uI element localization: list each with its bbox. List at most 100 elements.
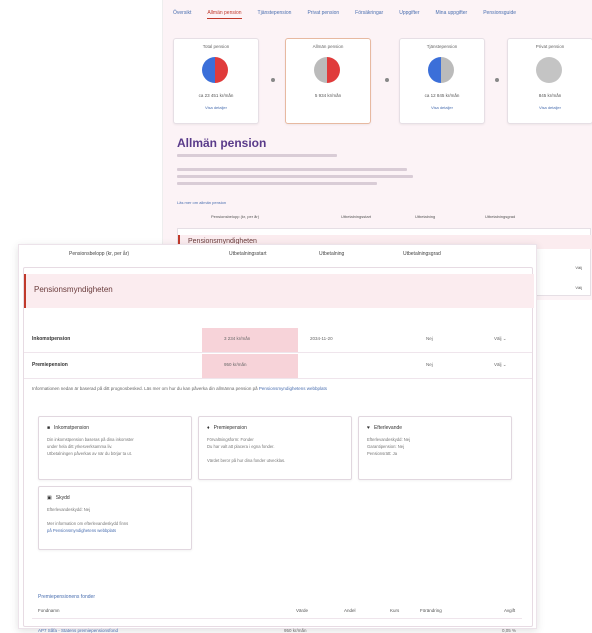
card-line: Garantipension: Nej: [367, 444, 405, 449]
read-more-link[interactable]: Läs mer om allmän pension: [177, 200, 226, 205]
col-header: Utbetalning: [319, 251, 345, 257]
tab-4[interactable]: Försäkringar: [355, 10, 383, 19]
table-row: Premiepension 950 kr/mån Nej Välj ⌄: [24, 354, 532, 379]
row-date: 2034-11-20: [310, 336, 333, 341]
row-name: Premiepension: [32, 362, 68, 368]
col-header: Kurs: [390, 608, 400, 613]
pie-icon: [314, 57, 340, 83]
select-dropdown[interactable]: Välj ⌄: [494, 336, 507, 342]
card-line: under hela ditt yrkesverksamma liv.: [47, 444, 113, 449]
card-privat[interactable]: Privat pension 845 kr/mån Visa detaljer: [507, 38, 592, 124]
card-line: Du har valt att placera i egna fonder.: [207, 444, 275, 449]
card-tjanste[interactable]: Tjänstepension ca 12 845 kr/mån Visa det…: [399, 38, 485, 124]
pie-icon: [428, 57, 454, 83]
heart-icon: ♥: [367, 425, 370, 431]
card-amount: ca 12 845 kr/mån: [424, 93, 460, 98]
foreground-window: Pensionsbelopp (kr, per år) Utbetalnings…: [18, 244, 537, 633]
card-amount: 5 934 kr/mån: [314, 93, 342, 98]
pension-cards: Total pension ca 23 451 kr/mån Visa deta…: [173, 38, 592, 124]
info-card-efterlevande: ♥ Efterlevande Efterlevandeskydd: Nej Gar…: [358, 416, 512, 480]
note-text: Informationen nedan är baserad på ditt p…: [32, 386, 258, 391]
row-paid: Nej: [426, 336, 433, 341]
col-header: Förändring: [420, 608, 442, 613]
info-card-inkomst: ■ Inkomstpension Din inkomstpension baser…: [38, 416, 192, 480]
page-title: Allmän pension: [177, 136, 267, 150]
box-icon: ▣: [47, 495, 52, 501]
card-link[interactable]: Visa detaljer: [400, 105, 484, 110]
col-header: Utbetalningsgrad: [403, 251, 441, 257]
row-value: 950 kr/mån: [224, 362, 247, 367]
card-title: Tjänstepension: [426, 44, 458, 49]
card-title: ▣ Skydd: [47, 495, 70, 501]
card-title: Total pension: [202, 44, 230, 49]
card-line: Mer information om efterlevandeskydd fin…: [47, 521, 129, 526]
tab-1[interactable]: Allmän pension: [207, 10, 242, 19]
card-title: Privat pension: [535, 44, 565, 49]
section-header: Pensionsmyndigheten: [24, 274, 534, 308]
card-link[interactable]: på Pensionsmyndighetens webbplats: [47, 528, 116, 533]
pie-icon: [202, 57, 228, 83]
col-header: Pensionsbelopp (kr, per år): [69, 251, 130, 257]
info-card-skydd: ▣ Skydd Efterlevandeskydd: Nej Mer inform…: [38, 486, 192, 550]
tab-0[interactable]: Översikt: [173, 10, 191, 19]
select-dropdown[interactable]: Välj: [575, 285, 582, 290]
card-link[interactable]: Visa detaljer: [174, 105, 258, 110]
col-header: Värde: [296, 608, 309, 613]
col-header: Avgift: [504, 608, 516, 613]
card-line: Pensionsrätt: Ja: [367, 451, 398, 456]
card-line: Efterlevandeskydd: Nej: [367, 437, 411, 442]
table-row: Inkomstpension 3 234 kr/mån 2034-11-20 N…: [24, 328, 532, 353]
card-total[interactable]: Total pension ca 23 451 kr/mån Visa deta…: [173, 38, 259, 124]
row-value: 3 234 kr/mån: [224, 336, 251, 341]
card-amount: 845 kr/mån: [538, 93, 562, 98]
card-line: Förvaltningsform: Fonder: [207, 437, 254, 442]
col-header: Andel: [344, 608, 356, 613]
dot-separator: [495, 78, 499, 82]
col-header: Fondnamn: [38, 608, 60, 613]
card-line: Din inkomstpension baseras på dina inkom…: [47, 437, 134, 442]
col-header: Utbetalningsstart: [341, 214, 372, 219]
text-line: [177, 168, 407, 171]
pension-panel: Pensionsmyndigheten Inkomstpension 3 234…: [23, 267, 534, 633]
info-note: Informationen nedan är baserad på ditt p…: [32, 385, 512, 392]
highlight-cell: [202, 354, 298, 378]
tab-5[interactable]: Uppgifter: [399, 10, 419, 19]
card-link[interactable]: Visa detaljer: [508, 105, 592, 110]
row-paid: Nej: [426, 362, 433, 367]
section-title: Pensionsmyndigheten: [34, 285, 113, 294]
info-card-premie: ♦ Premiepension Förvaltningsform: Fonder …: [198, 416, 352, 480]
text-line: [177, 182, 377, 185]
square-icon: ■: [47, 425, 51, 431]
text-line: [177, 175, 413, 178]
tab-6[interactable]: Mina uppgifter: [436, 10, 468, 19]
dot-separator: [385, 78, 389, 82]
tab-3[interactable]: Privat pension: [307, 10, 339, 19]
card-title: Allmän pension: [312, 44, 344, 49]
fund-fee: 0,05 %: [502, 628, 517, 633]
card-title: ♦ Premiepension: [207, 425, 247, 431]
text-line: [177, 154, 337, 157]
card-title: ■ Inkomstpension: [47, 425, 90, 431]
fund-value: 950 kr/mån: [284, 628, 307, 633]
card-amount: ca 23 451 kr/mån: [198, 93, 234, 98]
top-tabs: Översikt Allmän pension Tjänstepension P…: [173, 10, 516, 19]
col-header: Utbetalning: [415, 214, 436, 219]
col-header: Pensionsbelopp (kr, per år): [211, 214, 260, 219]
col-header: Utbetalningsgrad: [485, 214, 516, 219]
pie-icon: [536, 57, 562, 83]
row-name: Inkomstpension: [32, 336, 71, 342]
tab-7[interactable]: Pensionsguide: [483, 10, 516, 19]
tab-2[interactable]: Tjänstepension: [258, 10, 292, 19]
diamond-icon: ♦: [207, 425, 210, 431]
dot-separator: [271, 78, 275, 82]
select-dropdown[interactable]: Välj ⌄: [494, 362, 507, 368]
card-line: Utbetalningen påverkas av när du börjar …: [47, 451, 132, 456]
note-link[interactable]: Pensionsmyndighetens webbplats: [259, 386, 327, 391]
col-header: Utbetalningsstart: [229, 251, 267, 257]
card-title: ♥ Efterlevande: [367, 425, 403, 431]
card-allman[interactable]: Allmän pension 5 934 kr/mån: [285, 38, 371, 124]
fund-name-link[interactable]: AP7 Såfa - Statens premiepensionsfond: [38, 628, 118, 633]
fund-section-title: Premiepensionens fonder: [38, 594, 95, 600]
select-dropdown[interactable]: Välj: [575, 265, 582, 270]
divider: [32, 618, 522, 619]
